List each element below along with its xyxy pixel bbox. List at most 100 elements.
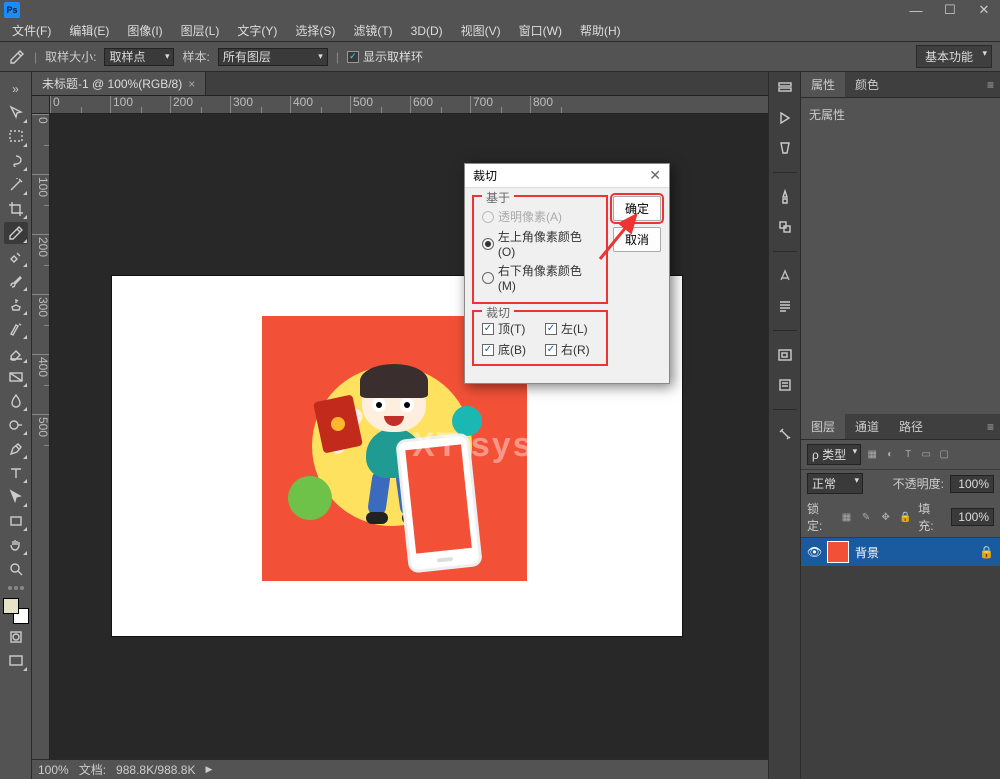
layer-row-background[interactable]: 👁 背景 🔒 (801, 538, 1000, 566)
history-brush-tool[interactable] (4, 318, 28, 340)
lock-transparency-icon[interactable]: ▦ (840, 510, 854, 524)
radio-bottomright[interactable]: 右下角像素颜色(M) (482, 262, 598, 293)
radio-topleft[interactable]: 左上角像素颜色(O) (482, 228, 598, 259)
dialog-body: 基于 透明像素(A) 左上角像素颜色(O) 右下角像素颜色(M) 裁切 ✓顶(T… (465, 188, 669, 383)
menu-edit[interactable]: 编辑(E) (61, 20, 117, 41)
show-sampling-ring[interactable]: ✓ 显示取样环 (347, 48, 423, 65)
close-button[interactable]: ✕ (972, 3, 996, 17)
layer-kind-select[interactable]: ρ 类型 (807, 444, 861, 465)
menu-select[interactable]: 选择(S) (287, 20, 343, 41)
tool-edit-icon[interactable] (8, 586, 24, 590)
lock-position-icon[interactable]: ✥ (879, 510, 893, 524)
menu-type[interactable]: 文字(Y) (229, 20, 285, 41)
dodge-tool[interactable] (4, 414, 28, 436)
checkbox-bottom[interactable]: ✓底(B) (482, 341, 535, 358)
document-tab[interactable]: 未标题-1 @ 100%(RGB/8) × (32, 72, 206, 95)
filter-type-icon[interactable]: T (901, 448, 915, 462)
filter-adjustment-icon[interactable]: ◐ (883, 448, 897, 462)
art-balloon-teal (452, 406, 482, 436)
eraser-tool[interactable] (4, 342, 28, 364)
cancel-button[interactable]: 取消 (613, 227, 661, 252)
filter-pixel-icon[interactable]: ▦ (865, 448, 879, 462)
clone-stamp-tool[interactable] (4, 294, 28, 316)
toolbar-collapse-icon[interactable]: » (4, 78, 28, 100)
type-tool[interactable] (4, 462, 28, 484)
menu-file[interactable]: 文件(F) (4, 20, 59, 41)
filter-shape-icon[interactable]: ▭ (919, 448, 933, 462)
opacity-input[interactable]: 100% (950, 475, 994, 493)
color-swatches[interactable] (3, 598, 29, 624)
checkbox-right[interactable]: ✓右(R) (545, 341, 598, 358)
healing-brush-tool[interactable] (4, 246, 28, 268)
foreground-color-swatch[interactable] (3, 598, 19, 614)
crop-tool[interactable] (4, 198, 28, 220)
tab-color[interactable]: 颜色 (845, 72, 889, 97)
move-tool[interactable] (4, 102, 28, 124)
sample-select[interactable]: 所有图层 (218, 48, 328, 66)
menu-layer[interactable]: 图层(L) (173, 20, 228, 41)
blend-mode-select[interactable]: 正常 (807, 473, 863, 494)
vertical-ruler[interactable]: 0 100 200 300 400 500 (32, 114, 50, 779)
tab-layers[interactable]: 图层 (801, 414, 845, 439)
collapsed-panels (768, 72, 800, 779)
panel-menu-icon[interactable]: ≡ (981, 420, 1000, 434)
menu-filter[interactable]: 滤镜(T) (345, 20, 400, 41)
checkbox-left[interactable]: ✓左(L) (545, 320, 598, 337)
path-selection-tool[interactable] (4, 486, 28, 508)
trim-dialog[interactable]: 裁切 ✕ 基于 透明像素(A) 左上角像素颜色(O) 右下角像素颜色(M) (464, 163, 670, 384)
lock-all-icon[interactable]: 🔒 (899, 510, 913, 524)
filter-smart-icon[interactable]: ▢ (937, 448, 951, 462)
brush-presets-icon[interactable] (775, 187, 795, 207)
actions-panel-icon[interactable] (775, 108, 795, 128)
maximize-button[interactable]: ☐ (938, 3, 962, 17)
history-panel-icon[interactable] (775, 78, 795, 98)
navigator-panel-icon[interactable] (775, 345, 795, 365)
character-panel-icon[interactable] (775, 266, 795, 286)
workspace-switcher[interactable]: 基本功能 (916, 45, 992, 68)
screen-mode-tool[interactable] (4, 650, 28, 672)
minimize-button[interactable]: — (904, 3, 928, 17)
checkbox-top[interactable]: ✓顶(T) (482, 320, 535, 337)
pen-tool[interactable] (4, 438, 28, 460)
status-flyout-icon[interactable]: ▶ (205, 764, 212, 775)
layer-list[interactable]: 👁 背景 🔒 (801, 538, 1000, 779)
menu-help[interactable]: 帮助(H) (572, 20, 629, 41)
lock-paint-icon[interactable]: ✎ (859, 510, 873, 524)
clone-source-icon[interactable] (775, 217, 795, 237)
tab-paths[interactable]: 路径 (889, 414, 933, 439)
blur-tool[interactable] (4, 390, 28, 412)
menu-view[interactable]: 视图(V) (453, 20, 509, 41)
sample-size-select[interactable]: 取样点 (104, 48, 174, 66)
zoom-tool[interactable] (4, 558, 28, 580)
menu-image[interactable]: 图像(I) (119, 20, 170, 41)
menu-window[interactable]: 窗口(W) (511, 20, 570, 41)
ok-button[interactable]: 确定 (613, 196, 661, 221)
gradient-tool[interactable] (4, 366, 28, 388)
layer-thumbnail[interactable] (827, 541, 849, 563)
radio-topleft-label: 左上角像素颜色(O) (498, 228, 598, 259)
magic-wand-tool[interactable] (4, 174, 28, 196)
horizontal-ruler[interactable]: 0 100 200 300 400 500 600 700 800 (50, 96, 768, 114)
rectangle-tool[interactable] (4, 510, 28, 532)
show-ring-label: 显示取样环 (363, 48, 423, 65)
hand-tool[interactable] (4, 534, 28, 556)
eyedropper-tool[interactable] (4, 222, 28, 244)
close-tab-icon[interactable]: × (188, 77, 195, 91)
dialog-close-icon[interactable]: ✕ (649, 167, 661, 184)
dialog-titlebar[interactable]: 裁切 ✕ (465, 164, 669, 188)
lasso-tool[interactable] (4, 150, 28, 172)
zoom-level[interactable]: 100% (38, 763, 69, 777)
paragraph-panel-icon[interactable] (775, 296, 795, 316)
notes-panel-icon[interactable] (775, 375, 795, 395)
measurement-panel-icon[interactable] (775, 424, 795, 444)
visibility-icon[interactable]: 👁 (807, 545, 821, 559)
panel-menu-icon[interactable]: ≡ (981, 78, 1000, 92)
marquee-tool[interactable] (4, 126, 28, 148)
fill-input[interactable]: 100% (951, 508, 994, 526)
tab-channels[interactable]: 通道 (845, 414, 889, 439)
quick-mask-tool[interactable] (4, 626, 28, 648)
menu-3d[interactable]: 3D(D) (403, 22, 451, 40)
tab-properties[interactable]: 属性 (801, 72, 845, 97)
brush-tool[interactable] (4, 270, 28, 292)
brush-panel-icon[interactable] (775, 138, 795, 158)
